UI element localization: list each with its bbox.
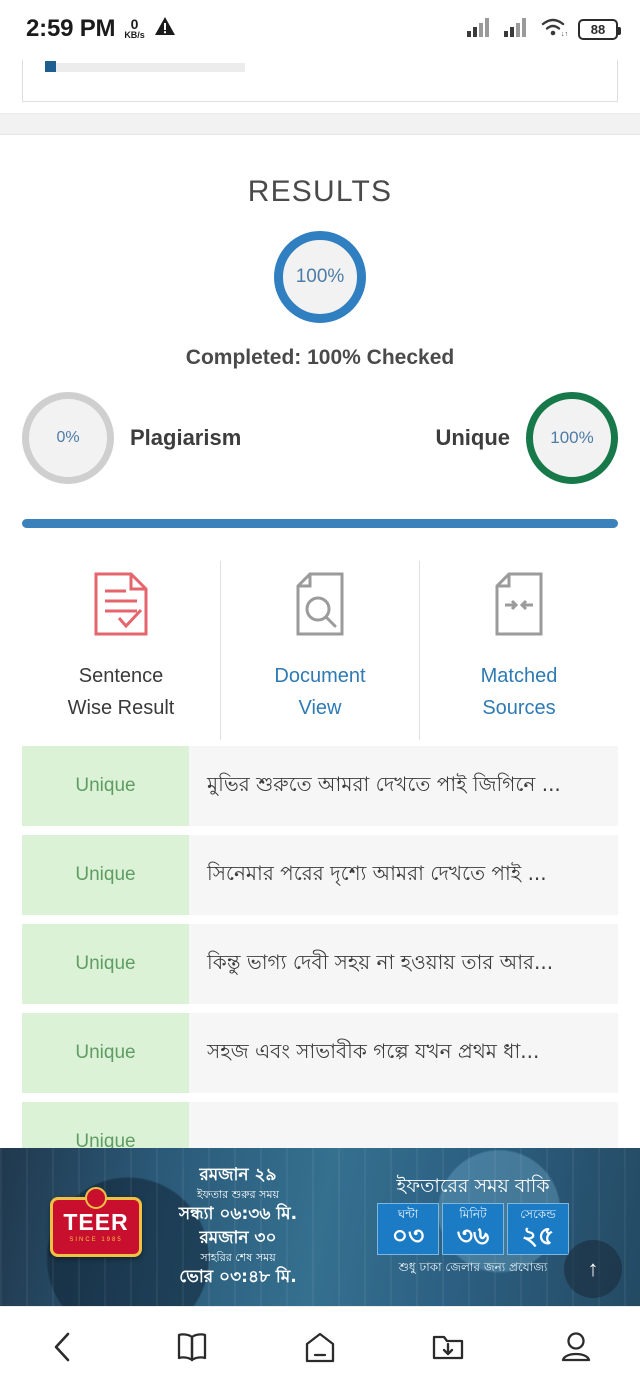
battery-level: 88 [590, 21, 606, 37]
countdown-hours: ঘন্টা ০৩ [377, 1202, 439, 1255]
tab-label-line2: Sources [482, 697, 556, 719]
status-bar-left: 2:59 PM 0 KB/s [26, 16, 176, 43]
ad-placeholder-bar [45, 63, 245, 72]
countdown-hours-label: ঘন্টা [397, 1206, 419, 1221]
teer-brand-sub: SINCE 1985 [69, 1237, 123, 1243]
signal-bars-icon-2 [504, 17, 530, 42]
iftar-time: সন্ধ্যা ০৬:৩৬ মি. [178, 1204, 298, 1225]
section-divider-bar [22, 519, 618, 528]
result-view-tabs: Sentence Wise Result Document View Match… [0, 561, 640, 740]
status-badge: Unique [22, 835, 189, 915]
bookmarks-icon[interactable] [160, 1315, 224, 1379]
tab-label-line2: Wise Result [67, 697, 175, 719]
countdown-title: ইফতারের সময় বাকি [396, 1175, 550, 1198]
sentence-text: কিন্তু ভাগ্য দেবী সহয় না হওয়ায় তার আর… [207, 949, 554, 974]
document-search-icon [292, 571, 348, 642]
tab-sentence-wise-result[interactable]: Sentence Wise Result [22, 561, 220, 740]
status-badge-label: Unique [75, 864, 136, 885]
sehri-label: সাহরির শেষ সময় [200, 1250, 276, 1264]
results-section: RESULTS 100% Completed: 100% Checked 0% … [0, 135, 640, 528]
plagiarism-ring: 0% [22, 392, 114, 484]
sehri-time: ভোর ০৩:৪৮ মি. [179, 1267, 297, 1288]
back-icon[interactable] [32, 1315, 96, 1379]
countdown-minutes-value: ৩৬ [456, 1221, 490, 1251]
overall-progress-ring: 100% [274, 231, 366, 323]
sentence-text: মুভির শুরুতে আমরা দেখতে পাই জিগিনে ... [207, 771, 561, 796]
signal-bars-icon [467, 17, 493, 42]
table-row[interactable]: Unique সিনেমার পরের দৃশ্যে আমরা দেখতে পা… [22, 835, 618, 915]
network-speed-unit: KB/s [124, 29, 145, 40]
prayer-times: রমজান ২৯ ইফতার শুরুর সময় সন্ধ্যা ০৬:৩৬ … [158, 1164, 318, 1290]
plagiarism-percent: 0% [56, 429, 80, 446]
overall-score-wrap: 100% [0, 231, 640, 323]
sentence-text: সিনেমার পরের দৃশ্যে আমরা দেখতে পাই ... [207, 860, 547, 885]
profile-icon[interactable] [544, 1315, 608, 1379]
teer-brand-name: TEER [63, 1209, 129, 1235]
home-icon[interactable] [288, 1315, 352, 1379]
table-row[interactable]: Unique মুভির শুরুতে আমরা দেখতে পাই জিগিন… [22, 746, 618, 826]
tab-matched-sources[interactable]: Matched Sources [419, 561, 618, 740]
tab-sentence-wise-result-label: Sentence Wise Result [68, 660, 175, 724]
battery-icon: 88 [578, 18, 621, 40]
teer-logo-emblem [85, 1187, 107, 1209]
tab-label-line1: Matched [480, 665, 558, 687]
unique-ring: 100% [526, 392, 618, 484]
completed-status: Completed: 100% Checked [185, 346, 455, 369]
tab-matched-sources-label: Matched Sources [481, 660, 558, 724]
page-title: RESULTS [247, 175, 393, 208]
plagiarism-label: Plagiarism [130, 425, 242, 450]
wifi-icon: ↓↑ [541, 17, 568, 42]
ad-placeholder-icon [45, 61, 56, 72]
status-badge: Unique [22, 746, 189, 826]
tab-label-line2: View [298, 697, 342, 719]
unique-label: Unique [435, 425, 510, 450]
status-badge-label: Unique [75, 775, 136, 796]
ramadan-day-sehri: রমজান ৩০ [199, 1228, 277, 1248]
arrow-up-icon: ↑ [587, 1256, 599, 1281]
browser-navigation-bar [0, 1306, 640, 1387]
countdown-seconds-label: সেকেন্ড [520, 1206, 556, 1221]
table-row[interactable]: Unique সহজ এবং সাভাবীক গল্পে যখন প্রথম ধ… [22, 1013, 618, 1093]
document-matched-icon [491, 571, 547, 642]
countdown-seconds-value: ২৫ [521, 1221, 555, 1251]
status-time: 2:59 PM [26, 14, 116, 42]
tab-label-line1: Document [274, 665, 366, 687]
scroll-to-top-button[interactable]: ↑ [564, 1240, 622, 1298]
score-summary: 0% Plagiarism Unique 100% [0, 392, 640, 484]
status-bar-right: ↓↑ 88 [467, 17, 621, 42]
plagiarism-score: 0% Plagiarism [22, 392, 241, 484]
network-speed-value: 0 [130, 15, 139, 32]
document-check-icon [93, 571, 149, 642]
countdown-minutes: মিনিট ৩৬ [442, 1202, 504, 1255]
tab-document-view-label: Document View [274, 660, 365, 724]
sentence-text: সহজ এবং সাভাবীক গল্পে যখন প্রথম ধা... [207, 1038, 540, 1063]
status-badge: Unique [22, 924, 189, 1004]
downloads-icon[interactable] [416, 1315, 480, 1379]
tab-document-view[interactable]: Document View [220, 561, 419, 740]
status-badge-label: Unique [75, 953, 136, 974]
network-speed-indicator: 0 KB/s [124, 17, 145, 43]
ramadan-day-iftar: রমজান ২৯ [199, 1164, 277, 1185]
countdown-hours-value: ০৩ [391, 1221, 425, 1251]
teer-logo: TEER SINCE 1985 [50, 1187, 142, 1257]
status-badge: Unique [22, 1013, 189, 1093]
tab-label-line1: Sentence [78, 665, 164, 687]
table-row[interactable]: Unique কিন্তু ভাগ্য দেবী সহয় না হওয়ায়… [22, 924, 618, 1004]
section-separator [0, 113, 640, 135]
ad-banner[interactable]: TEER SINCE 1985 রমজান ২৯ ইফতার শুরুর সময… [0, 1148, 640, 1306]
sentence-result-list: Unique মুভির শুরুতে আমরা দেখতে পাই জিগিন… [0, 746, 640, 1182]
svg-text:↓↑: ↓↑ [561, 31, 567, 37]
overall-percent: 100% [295, 266, 345, 287]
iftar-label: ইফতার শুরুর সময় [196, 1187, 280, 1201]
countdown-seconds: সেকেন্ড ২৫ [507, 1202, 569, 1255]
unique-percent: 100% [550, 428, 594, 447]
countdown-minutes-label: মিনিট [459, 1206, 487, 1221]
warning-triangle-icon [154, 16, 176, 43]
status-bar: 2:59 PM 0 KB/s ↓↑ 88 [0, 0, 640, 58]
unique-score: Unique 100% [435, 392, 618, 484]
status-badge-label: Unique [75, 1042, 136, 1063]
top-ad-card[interactable] [22, 60, 618, 102]
